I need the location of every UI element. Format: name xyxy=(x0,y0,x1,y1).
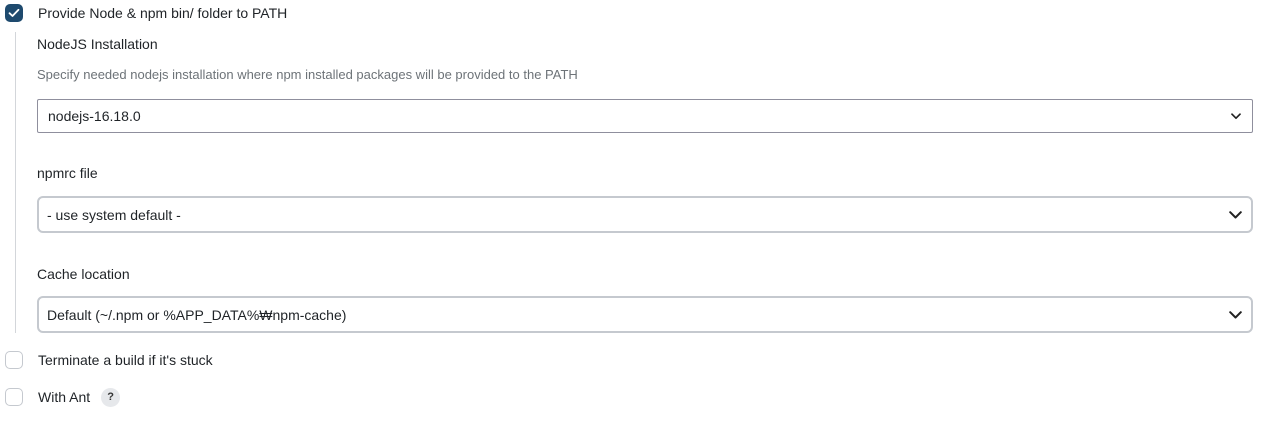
cache-location-select[interactable]: Default (~/.npm or %APP_DATA%₩npm-cache) xyxy=(37,296,1253,333)
provide-path-option[interactable]: Provide Node & npm bin/ folder to PATH xyxy=(5,2,287,24)
chevron-down-icon xyxy=(1227,307,1243,323)
terminate-stuck-option[interactable]: Terminate a build if it's stuck xyxy=(5,349,213,371)
with-ant-option[interactable]: With Ant ? xyxy=(5,386,121,408)
nodejs-installation-description: Specify needed nodejs installation where… xyxy=(37,67,578,82)
chevron-down-icon xyxy=(1227,207,1243,223)
terminate-stuck-checkbox[interactable] xyxy=(5,351,23,369)
provide-path-checkbox[interactable] xyxy=(5,4,23,22)
npmrc-file-select[interactable]: - use system default - xyxy=(37,196,1253,233)
provide-path-label[interactable]: Provide Node & npm bin/ folder to PATH xyxy=(38,5,287,21)
checkmark-icon xyxy=(8,8,20,17)
with-ant-checkbox[interactable] xyxy=(5,388,23,406)
nodejs-installation-select[interactable]: nodejs-16.18.0 xyxy=(37,99,1253,133)
cache-location-label: Cache location xyxy=(37,266,130,282)
with-ant-label[interactable]: With Ant xyxy=(38,389,90,405)
nodejs-installation-value: nodejs-16.18.0 xyxy=(48,108,141,124)
terminate-stuck-label[interactable]: Terminate a build if it's stuck xyxy=(38,352,213,368)
cache-location-value: Default (~/.npm or %APP_DATA%₩npm-cache) xyxy=(47,306,347,323)
nested-section-border xyxy=(15,32,16,333)
npmrc-file-value: - use system default - xyxy=(47,206,181,223)
nodejs-installation-label: NodeJS Installation xyxy=(37,36,158,52)
chevron-down-icon xyxy=(1228,108,1244,124)
help-icon[interactable]: ? xyxy=(101,387,121,407)
npmrc-file-label: npmrc file xyxy=(37,165,98,181)
